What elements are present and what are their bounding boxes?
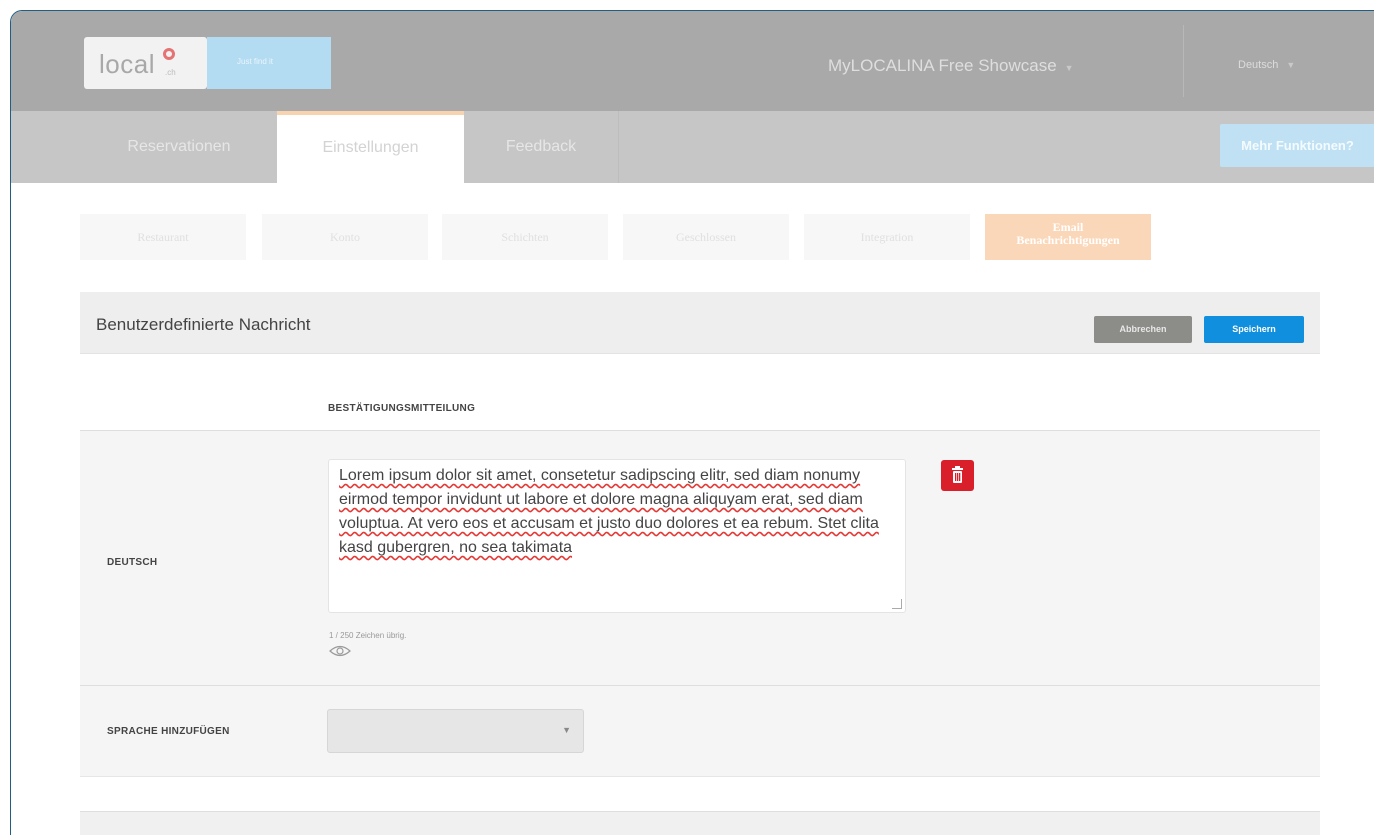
message-text: Lorem ipsum dolor sit amet, consetetur s… <box>339 467 879 556</box>
tab-einstellungen[interactable]: Einstellungen <box>277 111 464 183</box>
character-counter: 1 / 250 Zeichen übrig. <box>329 631 407 640</box>
trash-icon <box>952 466 963 483</box>
save-button[interactable]: Speichern <box>1204 316 1304 343</box>
subtab-restaurant[interactable]: Restaurant <box>80 214 246 260</box>
section-header: Benutzerdefinierte Nachricht Abbrechen S… <box>80 292 1320 354</box>
message-textarea[interactable]: Lorem ipsum dolor sit amet, consetetur s… <box>328 459 906 613</box>
add-language-label: SPRACHE HINZUFÜGEN <box>107 726 230 737</box>
language-select[interactable]: ▼ <box>327 709 584 753</box>
tab-feedback[interactable]: Feedback <box>464 111 618 183</box>
subtab-integration[interactable]: Integration <box>804 214 970 260</box>
logo-text: local <box>99 49 155 79</box>
logo-suffix: .ch <box>165 68 176 77</box>
header-divider <box>1183 25 1184 97</box>
tagline-banner: Just find it <box>207 37 331 89</box>
subtab-email-notifications[interactable]: Email Benachrichtigungen <box>985 214 1151 260</box>
map-pin-icon <box>163 48 175 60</box>
account-name: MyLOCALINA Free Showcase <box>828 56 1057 75</box>
eye-icon[interactable] <box>329 644 351 658</box>
top-header: local .ch Just find it MyLOCALINA Free S… <box>11 11 1374 111</box>
bottom-section <box>80 811 1320 835</box>
tab-divider <box>618 111 619 183</box>
subtab-konto[interactable]: Konto <box>262 214 428 260</box>
main-tabs: Reservationen Einstellungen Feedback Meh… <box>11 111 1374 183</box>
add-language-row: SPRACHE HINZUFÜGEN <box>80 685 1320 777</box>
language-label: Deutsch <box>1238 59 1279 71</box>
language-dropdown[interactable]: Deutsch ▼ <box>1238 59 1295 71</box>
more-features-button[interactable]: Mehr Funktionen? <box>1220 124 1374 167</box>
chevron-down-icon: ▼ <box>1286 60 1296 70</box>
tagline-text: Just find it <box>237 57 274 66</box>
column-header: BESTÄTIGUNGSMITTEILUNG <box>328 403 476 414</box>
subtab-geschlossen[interactable]: Geschlossen <box>623 214 789 260</box>
section-title: Benutzerdefinierte Nachricht <box>96 315 311 334</box>
logo[interactable]: local .ch <box>84 37 207 89</box>
subtab-label-line2: Benachrichtigungen <box>1016 233 1120 247</box>
resize-handle-icon[interactable] <box>892 599 902 609</box>
subtab-schichten[interactable]: Schichten <box>442 214 608 260</box>
tab-reservationen[interactable]: Reservationen <box>81 111 277 183</box>
chevron-down-icon: ▼ <box>562 725 571 735</box>
delete-button[interactable] <box>941 460 974 491</box>
row-label-deutsch: DEUTSCH <box>107 557 158 568</box>
chevron-down-icon: ▼ <box>1064 63 1074 73</box>
account-dropdown[interactable]: MyLOCALINA Free Showcase ▼ <box>828 56 1074 76</box>
cancel-button[interactable]: Abbrechen <box>1094 316 1192 343</box>
app-frame: local .ch Just find it MyLOCALINA Free S… <box>10 10 1374 835</box>
